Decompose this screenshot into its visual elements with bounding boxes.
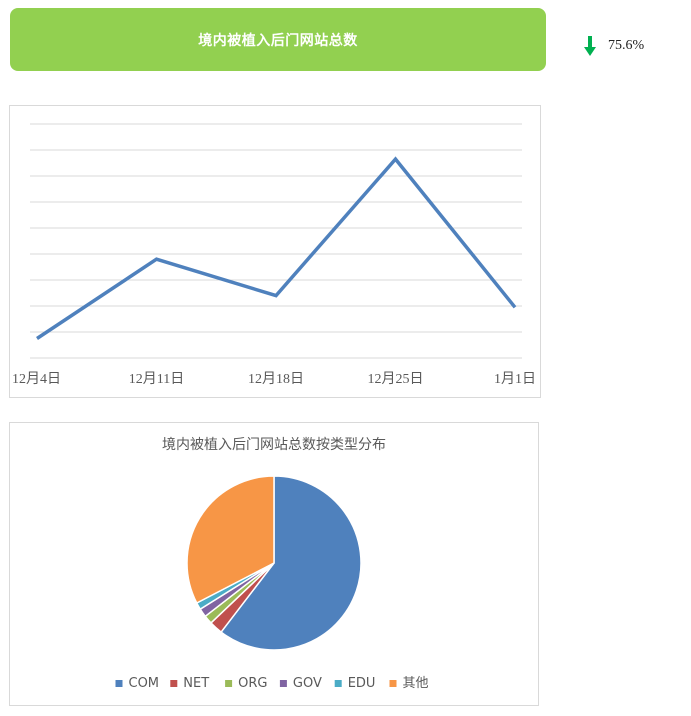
pie-slices bbox=[186, 475, 362, 651]
legend-swatch bbox=[225, 680, 233, 687]
x-tick-label: 1月1日 bbox=[494, 371, 536, 387]
legend-swatch bbox=[279, 680, 287, 687]
x-tick-label: 12月11日 bbox=[129, 371, 184, 387]
pie-legend: COM NET ORG GOV EDU 其他 bbox=[115, 676, 429, 691]
legend-swatch bbox=[334, 680, 342, 687]
legend-swatch bbox=[115, 680, 123, 687]
legend-swatch bbox=[170, 680, 178, 687]
pie-title: 境内被植入后门网站总数按类型分布 bbox=[162, 437, 386, 453]
change-indicator: 75.6% bbox=[584, 36, 644, 56]
legend-label: ORG bbox=[238, 676, 267, 691]
pie-chart-panel: 境内被植入后门网站总数按类型分布 COM NET ORG GOV EDU 其他 bbox=[9, 422, 539, 706]
line-grid bbox=[30, 123, 522, 359]
line-series bbox=[36, 156, 517, 340]
legend-label: GOV bbox=[293, 676, 322, 691]
legend-label: COM bbox=[129, 676, 160, 691]
line-chart: 12月4日 12月11日 12月18日 12月25日 1月1日 bbox=[12, 123, 536, 387]
legend-label: EDU bbox=[348, 676, 376, 691]
pie-chart: 境内被植入后门网站总数按类型分布 COM NET ORG GOV EDU 其他 bbox=[115, 437, 429, 691]
x-tick-label: 12月25日 bbox=[368, 371, 424, 387]
legend-label: NET bbox=[183, 676, 209, 691]
legend-label: 其他 bbox=[403, 676, 429, 691]
header-title: 境内被植入后门网站总数 bbox=[198, 32, 358, 49]
arrow-down-icon bbox=[584, 36, 596, 56]
line-chart-panel: 12月4日 12月11日 12月18日 12月25日 1月1日 bbox=[9, 105, 541, 398]
x-tick-label: 12月4日 bbox=[12, 371, 61, 387]
change-value: 75.6% bbox=[608, 38, 645, 53]
x-tick-label: 12月18日 bbox=[248, 371, 304, 387]
header-banner: 境内被植入后门网站总数 bbox=[10, 8, 546, 71]
legend-swatch bbox=[389, 680, 397, 687]
